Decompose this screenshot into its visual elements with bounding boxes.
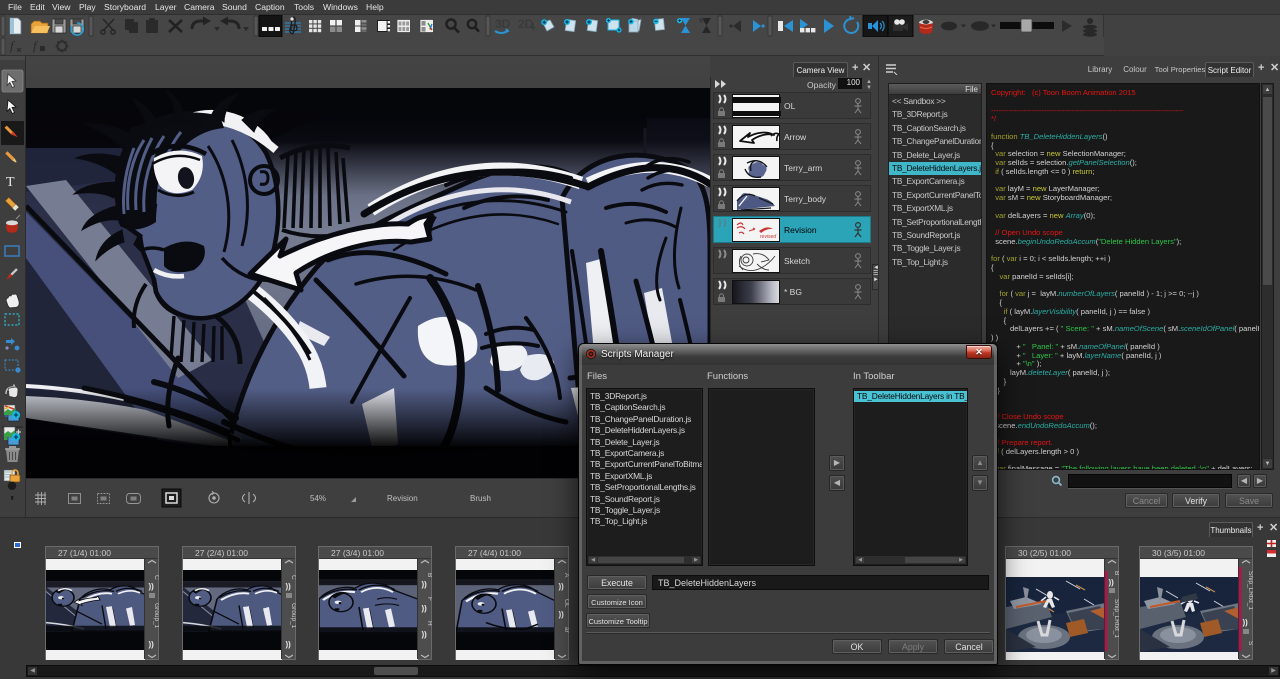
svg-text:Group_1: Group_1 [290,603,296,629]
svg-text:)): )) [559,582,565,591]
svg-text:54%: 54% [310,494,326,503]
svg-text:)): )) [1243,618,1249,627]
svg-text:A: A [563,573,569,578]
svg-text:)): )) [422,604,428,613]
svg-text:S: S [1247,641,1253,646]
svg-text:)): )) [149,640,155,649]
svg-text:)): )) [559,610,565,619]
svg-text:f: f [10,38,16,53]
svg-text:C: C [290,575,296,580]
svg-text:H: H [426,621,432,626]
svg-text:)): )) [286,640,292,649]
svg-text:f: f [33,38,39,53]
svg-text:)): )) [422,630,428,639]
svg-text:B: B [426,573,432,577]
svg-text:B: B [1113,571,1119,575]
svg-text:Group_1: Group_1 [153,603,159,629]
svg-text:)): )) [149,582,155,591]
svg-text:revised: revised [760,234,776,240]
svg-text:Revision: Revision [387,494,418,503]
svg-text:3D: 3D [495,17,511,31]
svg-text:C: C [153,575,159,580]
svg-text:)): )) [1109,578,1115,587]
svg-text:Ship_LRtxt_1: Ship_LRtxt_1 [1247,571,1253,610]
svg-text:2D: 2D [518,17,534,31]
svg-text:Ship_LRtxt_1: Ship_LRtxt_1 [1113,599,1119,638]
svg-text:OL: OL [563,599,569,608]
svg-text:)): )) [422,580,428,589]
svg-text:F: F [426,597,432,601]
svg-text:)): )) [286,582,292,591]
svg-text:ar: ar [563,627,569,634]
svg-text:T: T [6,175,15,190]
svg-text:Brush: Brush [470,494,491,503]
